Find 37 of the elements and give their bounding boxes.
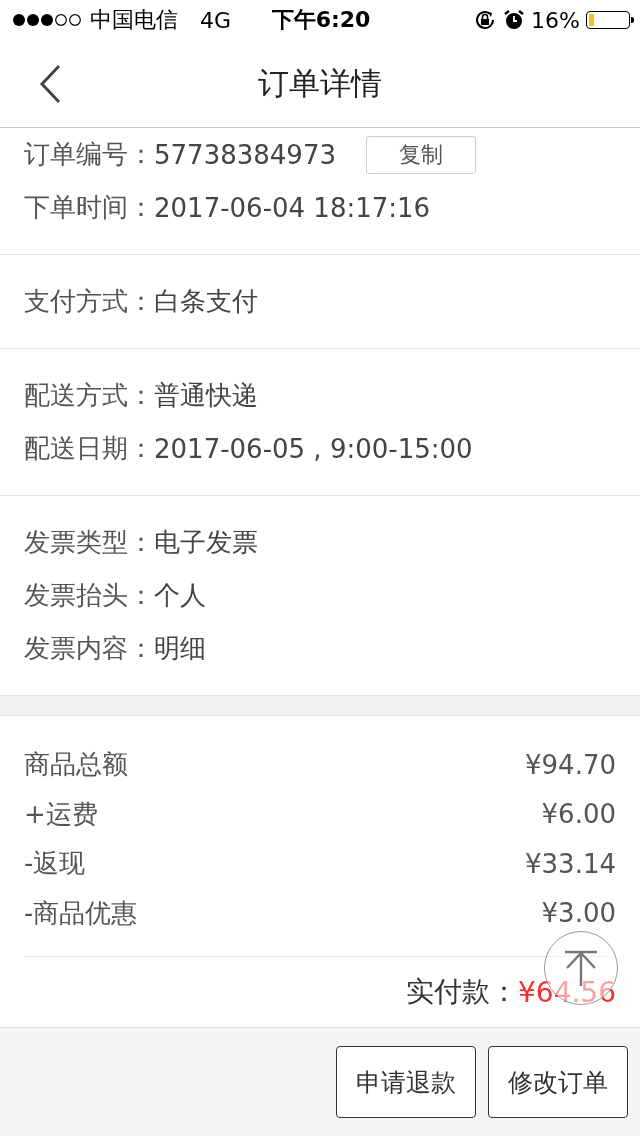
amount-label: -商品优惠: [24, 896, 138, 930]
signal-icon: [12, 13, 82, 27]
field-value: 2017-06-05 , 9:00-15:00: [154, 433, 473, 464]
carrier-name: 中国电信: [90, 6, 178, 34]
field-label: 下单时间：: [24, 191, 154, 224]
amount-label: 商品总额: [24, 748, 128, 782]
amount-value: ¥3.00: [541, 898, 616, 929]
back-icon[interactable]: [39, 64, 61, 104]
action-button[interactable]: 申请退款: [336, 1046, 476, 1118]
field-label: 发票抬头：: [24, 579, 154, 612]
amount-value: ¥6.00: [541, 799, 616, 830]
field-label: 发票内容：: [24, 632, 154, 665]
field-value: 普通快递: [154, 379, 258, 412]
field-value: 57738384973: [154, 139, 336, 170]
battery-percent: 16%: [531, 7, 580, 33]
page-title: 订单详情: [258, 63, 382, 103]
amount-value: ¥33.14: [525, 848, 616, 879]
field-value: 白条支付: [154, 285, 258, 318]
amount-label: +运费: [24, 797, 98, 831]
field-value: 明细: [154, 632, 206, 665]
clock-time: 下午6:20: [271, 6, 371, 34]
copy-button[interactable]: 复制: [365, 135, 476, 174]
field-value: 2017-06-04 18:17:16: [154, 192, 431, 223]
total-amount: ¥64.56: [518, 975, 616, 1009]
field-label: 配送日期：: [24, 432, 154, 465]
field-value: 个人: [154, 579, 206, 612]
amount-value: ¥94.70: [525, 749, 616, 780]
amount-label: -返现: [24, 847, 86, 881]
action-button[interactable]: 修改订单: [488, 1046, 628, 1118]
field-label: 支付方式：: [24, 285, 154, 318]
field-label: 配送方式：: [24, 379, 154, 412]
alarm-clock-icon: [503, 9, 526, 31]
total-label: 实付款：: [406, 974, 518, 1010]
network-type: 4G: [200, 7, 232, 33]
field-label: 订单编号：: [24, 138, 154, 171]
field-value: 电子发票: [154, 526, 258, 559]
field-label: 发票类型：: [24, 526, 154, 559]
